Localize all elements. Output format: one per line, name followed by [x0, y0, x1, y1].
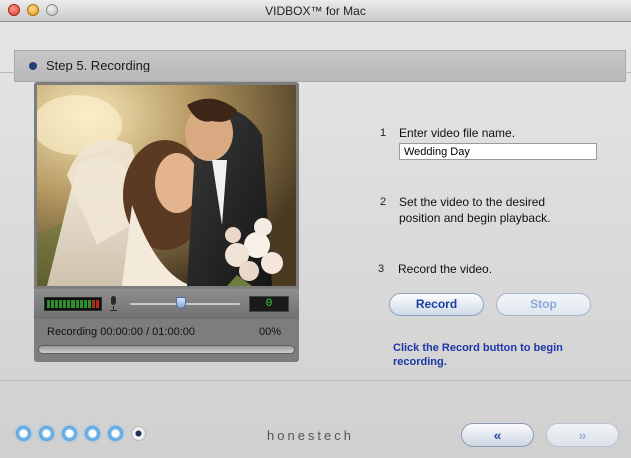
window-title: VIDBOX™ for Mac: [265, 4, 366, 18]
step-indicator-dot: [85, 426, 100, 441]
instruction-record-video: Record the video.: [398, 262, 493, 276]
double-chevron-left-icon: «: [493, 427, 502, 443]
step-indicator: [16, 426, 146, 441]
step-indicator-dot: [108, 426, 123, 441]
step-number-2: 2: [380, 196, 387, 208]
step-indicator-dot: [16, 426, 31, 441]
window-titlebar: VIDBOX™ for Mac: [0, 0, 631, 22]
filename-input[interactable]: [399, 143, 597, 160]
double-chevron-right-icon: »: [578, 427, 587, 443]
step-bullet-icon: [29, 62, 37, 70]
divider: [0, 380, 631, 381]
instruction-enter-filename: Enter video file name.: [399, 126, 516, 140]
step-header: Step 5. Recording: [14, 50, 626, 82]
recording-status-text: Recording 00:00:00 / 01:00:00: [47, 326, 196, 338]
instruction-set-position-line1: Set the video to the desired: [399, 195, 546, 209]
step-indicator-dot: [39, 426, 54, 441]
instruction-set-position-line2: position and begin playback.: [399, 211, 551, 225]
step-indicator-dot-current: [131, 426, 146, 441]
back-button[interactable]: «: [461, 423, 534, 447]
video-preview: [37, 85, 296, 286]
level-readout: 0: [249, 296, 289, 312]
record-button[interactable]: Record: [389, 293, 484, 316]
step-number-1: 1: [380, 127, 387, 139]
audio-level-meter: [44, 297, 102, 311]
microphone-icon: [109, 296, 118, 312]
recording-percent: 00%: [258, 326, 281, 338]
next-button[interactable]: »: [546, 423, 619, 447]
step-number-3: 3: [378, 263, 385, 275]
step-indicator-dot: [62, 426, 77, 441]
recording-progress-bar: [38, 345, 295, 354]
step-title: Step 5. Recording: [46, 58, 151, 73]
brand-logo-text: honestech: [267, 428, 354, 443]
volume-slider-knob[interactable]: [175, 297, 186, 309]
video-player: 0 Recording 00:00:00 / 01:00:00 00%: [34, 82, 299, 362]
video-frame-image: [37, 85, 296, 286]
divider: [0, 72, 631, 73]
record-hint-text: Click the Record button to begin recordi…: [393, 342, 563, 368]
audio-controls: 0: [34, 289, 299, 319]
stop-button[interactable]: Stop: [496, 293, 591, 316]
